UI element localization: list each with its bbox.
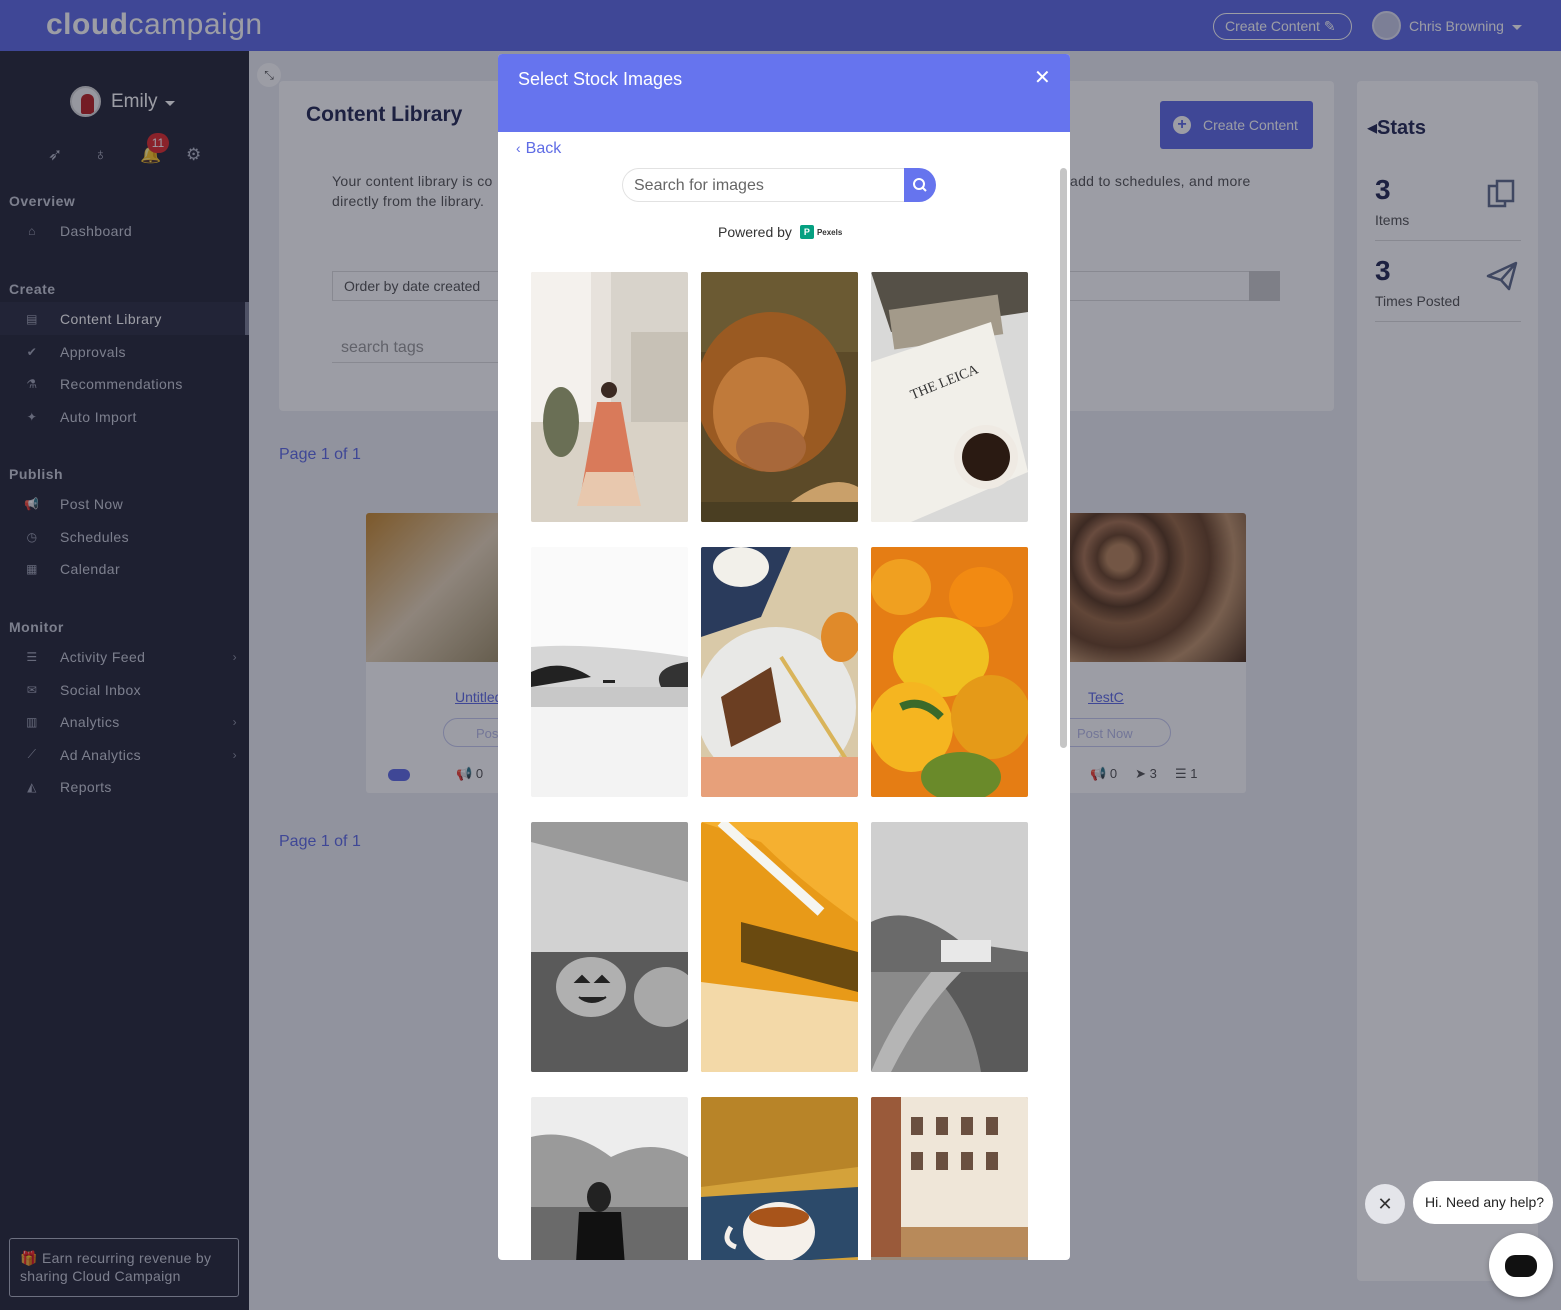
chat-dismiss-button[interactable]: ✕ [1365, 1184, 1405, 1224]
image-search-input[interactable]: Search for images [622, 168, 904, 202]
search-icon [913, 178, 927, 192]
powered-by: Powered by P Pexels [718, 224, 843, 240]
stock-image-lion[interactable] [701, 272, 858, 522]
close-icon[interactable]: ✕ [1034, 65, 1051, 90]
stock-image-gourds[interactable] [871, 547, 1028, 797]
modal-scrollbar[interactable] [1060, 168, 1067, 748]
stock-image-tea-leaves[interactable] [701, 1097, 858, 1260]
modal-header: Select Stock Images ✕ [498, 54, 1070, 132]
stock-image-building-square[interactable] [871, 1097, 1028, 1260]
stock-image-bride[interactable] [531, 272, 688, 522]
pexels-icon: P [799, 225, 814, 239]
stock-image-jack-o-lanterns[interactable] [531, 822, 688, 1072]
stock-image-book-coffee[interactable]: THE LEICA [871, 272, 1028, 522]
modal-title: Select Stock Images [518, 69, 683, 89]
pexels-logo[interactable]: P Pexels [799, 225, 842, 239]
stock-images-modal: Select Stock Images ✕ ‹ Back Search for i… [498, 54, 1070, 1260]
chat-icon [1505, 1255, 1537, 1277]
chat-greeting[interactable]: Hi. Need any help? [1413, 1181, 1553, 1224]
image-search-button[interactable] [904, 168, 936, 202]
chevron-left-icon: ‹ [516, 140, 521, 156]
stock-image-lake[interactable] [531, 547, 688, 797]
stock-image-tunnel[interactable] [701, 822, 858, 1072]
stock-image-pumpkin-bread[interactable] [701, 547, 858, 797]
stock-image-coastal-road[interactable] [871, 822, 1028, 1072]
back-link[interactable]: ‹ Back [516, 140, 561, 158]
chat-launcher-button[interactable] [1489, 1233, 1553, 1297]
stock-image-woman-field[interactable] [531, 1097, 688, 1260]
